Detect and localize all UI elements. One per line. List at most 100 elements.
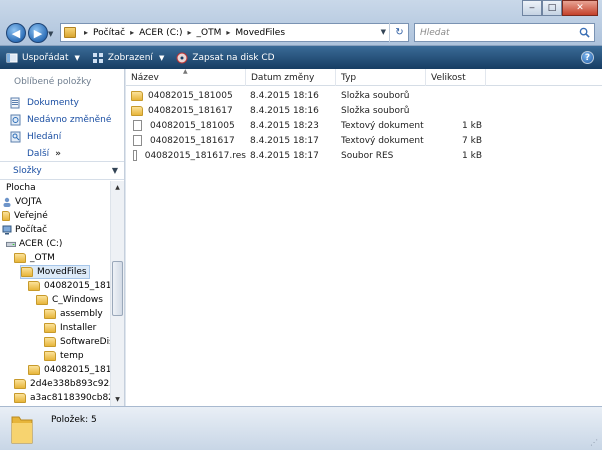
folder-icon xyxy=(64,27,76,38)
folders-title: Složky xyxy=(13,165,42,176)
scroll-down-button[interactable]: ▼ xyxy=(111,393,124,406)
tree-item-label: C_Windows xyxy=(52,295,103,305)
forward-button[interactable]: ▶ xyxy=(28,23,48,43)
breadcrumb-movedfiles[interactable]: MovedFiles xyxy=(235,28,285,38)
burn-label: Zapsat na disk CD xyxy=(192,52,275,63)
breadcrumb-otm[interactable]: _OTM xyxy=(197,28,222,38)
tree-item[interactable]: ACER (C:) xyxy=(6,237,62,251)
file-type: Soubor RES xyxy=(341,150,394,161)
favorites-more-link[interactable]: Další » xyxy=(27,145,111,162)
tree-item[interactable]: _OTM xyxy=(14,251,55,265)
command-bar: Uspořádat ▼ Zobrazení ▼ Zapsat na disk C… xyxy=(0,46,602,69)
breadcrumb-separator[interactable]: ▸ xyxy=(226,28,230,37)
folder-icon xyxy=(14,253,26,263)
favorite-recent[interactable]: Nedávno změněné xyxy=(10,111,111,128)
details-pane: Položek: 5 ⋰ xyxy=(0,406,602,450)
file-type: Složka souborů xyxy=(341,90,410,101)
column-header-size[interactable]: Velikost xyxy=(426,69,486,86)
tree-item[interactable]: SoftwareDist xyxy=(44,335,110,349)
breadcrumb-separator[interactable]: ▸ xyxy=(188,28,192,37)
tree-item-selected[interactable]: MovedFiles xyxy=(20,265,90,279)
folders-header[interactable]: Složky ▼ xyxy=(0,161,124,180)
address-dropdown-button[interactable]: ▼ xyxy=(381,28,386,36)
tree-item[interactable]: 04082015_181617 xyxy=(28,363,110,377)
tree-item[interactable]: 04082015_181005 xyxy=(28,279,110,293)
views-label: Zobrazení xyxy=(107,52,153,63)
minimize-button[interactable]: ‒ xyxy=(522,0,542,16)
folder-icon xyxy=(44,323,56,333)
tree-item[interactable]: Installer xyxy=(44,321,96,335)
tree-item[interactable]: Veřejné xyxy=(2,209,48,223)
tree-item[interactable]: temp xyxy=(44,349,84,363)
help-button[interactable]: ? xyxy=(581,51,594,64)
tree-item[interactable]: assembly xyxy=(44,307,103,321)
folder-icon xyxy=(44,351,56,361)
file-row[interactable]: 04082015_181617 8.4.2015 18:16 Složka so… xyxy=(126,103,602,118)
file-row[interactable]: 04082015_181005 8.4.2015 18:23 Textový d… xyxy=(126,118,602,133)
breadcrumb-separator[interactable]: ▸ xyxy=(130,28,134,37)
folder-tree-scrollbar[interactable]: ▲ ▼ xyxy=(110,181,124,406)
tree-item[interactable]: C_Windows xyxy=(36,293,103,307)
navigation-pane: Oblíbené položky Dokumenty Nedávno změně… xyxy=(0,69,125,406)
close-button[interactable]: ✕ xyxy=(562,0,598,16)
text-file-icon xyxy=(133,120,142,131)
file-row[interactable]: 04082015_181617.res 8.4.2015 18:17 Soubo… xyxy=(126,148,602,163)
folder-icon xyxy=(28,365,40,375)
scroll-thumb[interactable] xyxy=(112,261,123,316)
double-chevron-icon: » xyxy=(55,148,61,159)
tree-item[interactable]: VOJTA xyxy=(2,195,42,209)
resize-grip-icon[interactable]: ⋰ xyxy=(590,438,600,448)
file-name-cell: 04082015_181617 xyxy=(131,103,246,118)
column-header-row: Název ▲ Datum změny Typ Velikost xyxy=(126,68,602,86)
folder-icon xyxy=(11,416,33,444)
scroll-up-button[interactable]: ▲ xyxy=(111,181,124,194)
search-icon[interactable] xyxy=(579,27,590,38)
file-date: 8.4.2015 18:23 xyxy=(250,120,319,131)
file-type: Složka souborů xyxy=(341,105,410,116)
documents-icon xyxy=(10,97,20,108)
file-name: 04082015_181005 xyxy=(148,90,233,101)
breadcrumb-drive[interactable]: ACER (C:) xyxy=(139,28,182,38)
column-header-type[interactable]: Typ xyxy=(336,69,426,86)
file-size: 1 kB xyxy=(462,150,482,161)
chevron-down-icon: ▼ xyxy=(158,53,165,62)
drive-icon xyxy=(6,241,16,247)
file-row[interactable]: 04082015_181005 8.4.2015 18:16 Složka so… xyxy=(126,88,602,103)
burn-button[interactable]: Zapsat na disk CD xyxy=(170,46,280,69)
column-header-label: Typ xyxy=(341,72,357,83)
folder-icon xyxy=(14,393,26,403)
column-header-name[interactable]: Název ▲ xyxy=(126,68,246,86)
tree-item[interactable]: a3ac8118390cb82bbl xyxy=(14,391,110,405)
recent-pages-dropdown[interactable]: ▼ xyxy=(48,30,53,38)
favorite-documents[interactable]: Dokumenty xyxy=(10,94,111,111)
breadcrumb-computer[interactable]: Počítač xyxy=(93,28,125,38)
back-button[interactable]: ◀ xyxy=(6,23,26,43)
address-bar[interactable]: ▸ Počítač ▸ ACER (C:) ▸ _OTM ▸ MovedFile… xyxy=(60,23,409,42)
views-icon xyxy=(92,52,103,63)
maximize-button[interactable]: □ xyxy=(542,0,562,16)
breadcrumb-separator[interactable]: ▸ xyxy=(84,28,88,37)
text-file-icon xyxy=(133,135,142,146)
file-name: 04082015_181617 xyxy=(148,105,233,116)
file-date: 8.4.2015 18:17 xyxy=(250,150,319,161)
tree-item[interactable]: Počítač xyxy=(2,223,47,237)
organize-label: Uspořádat xyxy=(22,52,69,63)
file-name-cell: 04082015_181617.res xyxy=(131,148,246,163)
item-count: Položek: 5 xyxy=(51,415,97,425)
search-input[interactable]: Hledat xyxy=(414,23,595,42)
tree-item-label: Počítač xyxy=(15,225,48,235)
refresh-button[interactable]: ↻ xyxy=(389,23,409,42)
file-row[interactable]: 04082015_181617 8.4.2015 18:17 Textový d… xyxy=(126,133,602,148)
folder-icon xyxy=(36,295,48,305)
recent-icon xyxy=(10,114,21,125)
column-header-date[interactable]: Datum změny xyxy=(246,69,336,86)
tree-item[interactable]: 2d4e338b893c923193 xyxy=(14,377,110,391)
tree-item-label: 04082015_181617 xyxy=(44,365,110,375)
user-icon xyxy=(3,197,11,207)
tree-item[interactable]: Plocha xyxy=(6,181,36,195)
file-size xyxy=(426,88,482,103)
views-button[interactable]: Zobrazení ▼ xyxy=(86,46,170,69)
organize-button[interactable]: Uspořádat ▼ xyxy=(0,46,86,69)
folder-icon xyxy=(28,281,40,291)
favorite-searches[interactable]: Hledání xyxy=(10,128,111,145)
